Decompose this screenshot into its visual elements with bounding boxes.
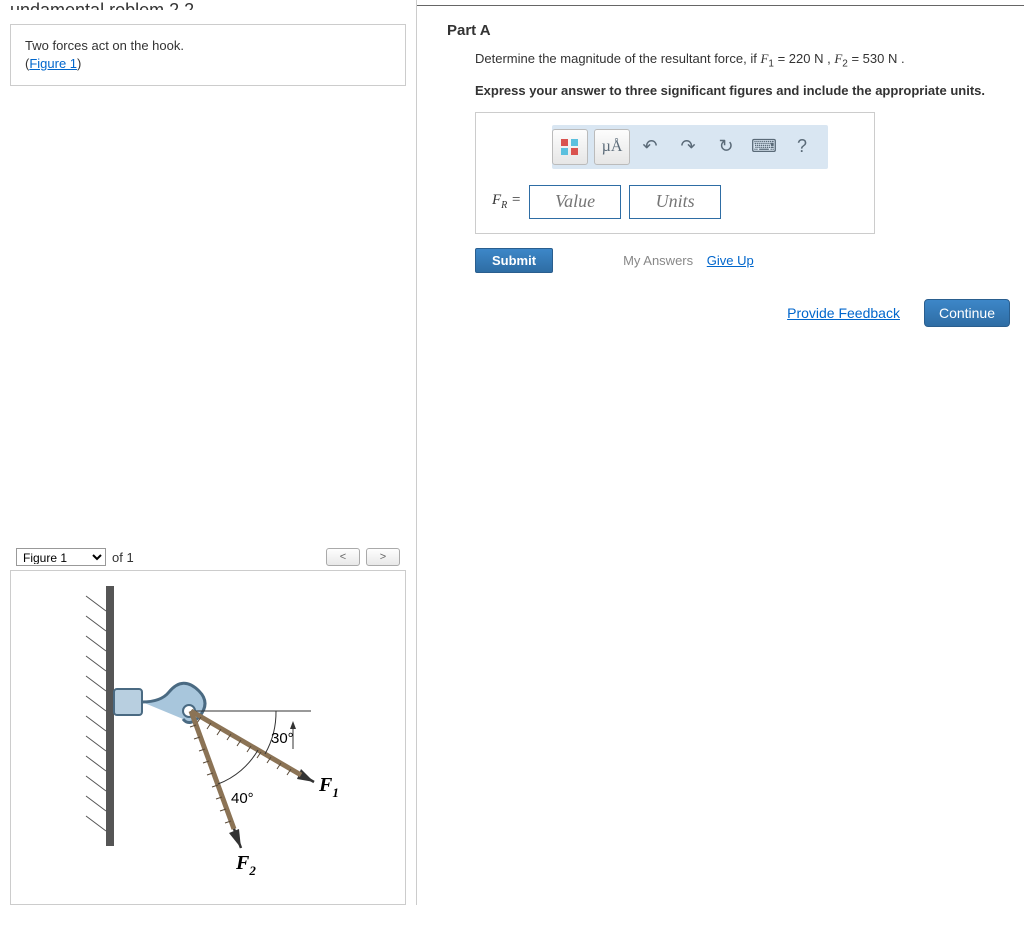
help-button[interactable]: ? bbox=[784, 129, 820, 165]
figure-link[interactable]: Figure 1 bbox=[29, 56, 77, 71]
instruction-text: Express your answer to three significant… bbox=[475, 82, 1010, 100]
give-up-link[interactable]: Give Up bbox=[707, 253, 754, 268]
undo-icon: ↶ bbox=[642, 136, 657, 157]
prev-figure-button[interactable]: < bbox=[326, 548, 360, 566]
units-symbol-button[interactable]: µÅ bbox=[594, 129, 630, 165]
reset-button[interactable]: ↻ bbox=[708, 129, 744, 165]
submit-row: Submit My Answers Give Up bbox=[475, 248, 1010, 273]
value-input[interactable] bbox=[529, 185, 621, 219]
provide-feedback-link[interactable]: Provide Feedback bbox=[787, 305, 900, 321]
next-figure-button[interactable]: > bbox=[366, 548, 400, 566]
hook-figure: F1 30° F2 bbox=[11, 571, 401, 901]
redo-button[interactable]: ↷ bbox=[670, 129, 706, 165]
svg-text:40°: 40° bbox=[231, 790, 254, 807]
redo-icon: ↷ bbox=[680, 136, 695, 157]
continue-button[interactable]: Continue bbox=[924, 299, 1010, 327]
footer-row: Provide Feedback Continue bbox=[447, 299, 1010, 327]
keyboard-button[interactable]: ⌨ bbox=[746, 129, 782, 165]
keyboard-icon: ⌨ bbox=[751, 136, 777, 157]
answer-line: FR = bbox=[492, 185, 858, 219]
templates-icon bbox=[559, 136, 581, 158]
figure-toolbar: Figure 1 of 1 < > bbox=[10, 546, 406, 568]
figure-count: of 1 bbox=[112, 550, 134, 565]
figure-select[interactable]: Figure 1 bbox=[16, 548, 106, 566]
prompt-line-2: (Figure 1) bbox=[25, 55, 391, 73]
figure-panel: F1 30° F2 bbox=[10, 570, 406, 905]
answer-links: My Answers Give Up bbox=[623, 253, 754, 268]
svg-text:30°: 30° bbox=[271, 730, 294, 747]
fr-symbol: FR = bbox=[492, 192, 521, 211]
help-icon: ? bbox=[797, 136, 807, 157]
problem-statement: Two forces act on the hook. (Figure 1) bbox=[10, 24, 406, 86]
answer-area: µÅ ↶ ↷ ↻ ⌨ ? FR = bbox=[475, 112, 875, 234]
svg-text:F1: F1 bbox=[318, 774, 339, 800]
reset-icon: ↻ bbox=[718, 136, 733, 157]
question-text: Determine the magnitude of the resultant… bbox=[475, 49, 1010, 72]
undo-button[interactable]: ↶ bbox=[632, 129, 668, 165]
part-label: Part A bbox=[447, 22, 1010, 39]
problem-title-cut: undamental roblem 2.2 bbox=[10, 0, 406, 10]
units-input[interactable] bbox=[629, 185, 721, 219]
submit-button[interactable]: Submit bbox=[475, 248, 553, 273]
templates-button[interactable] bbox=[552, 129, 588, 165]
my-answers-label: My Answers bbox=[623, 253, 693, 268]
prompt-line-1: Two forces act on the hook. bbox=[25, 37, 391, 55]
equation-toolbar: µÅ ↶ ↷ ↻ ⌨ ? bbox=[552, 125, 828, 169]
svg-text:F2: F2 bbox=[235, 852, 256, 878]
